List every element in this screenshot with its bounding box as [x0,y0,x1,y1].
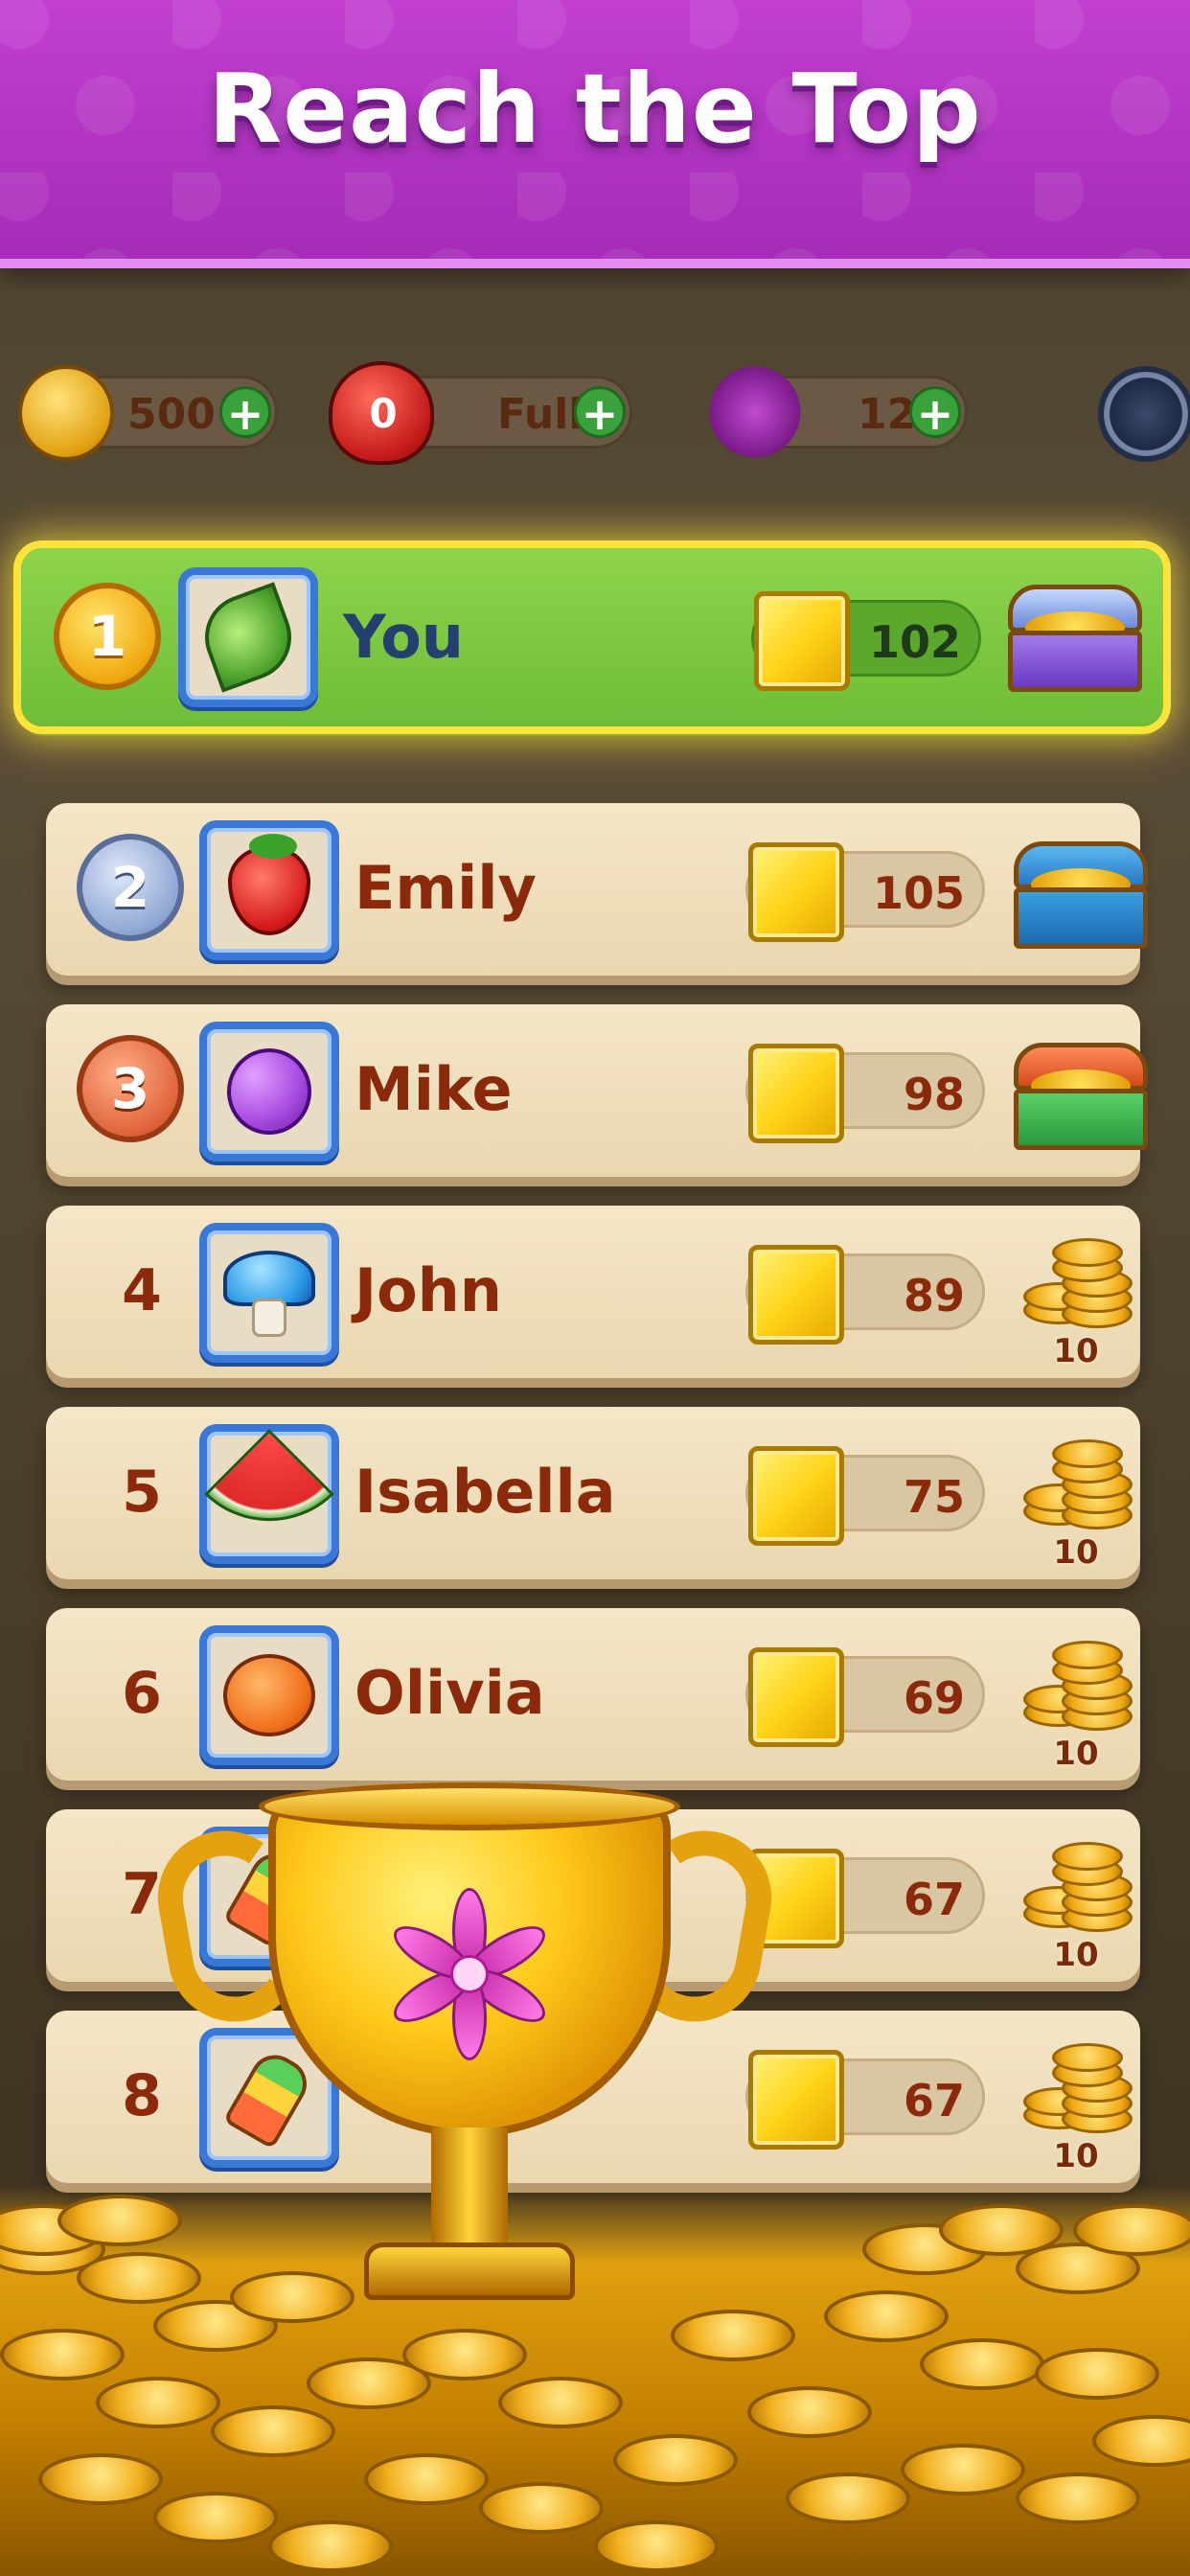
coin-stack-icon [1023,1430,1138,1535]
score-value: 98 [903,1069,965,1120]
watermelon-icon [199,1424,339,1564]
mushroom-icon [199,1223,339,1363]
page-title: Reach the Top [208,53,982,165]
status-bar: 500 + 0 Full + 12 + [0,355,1190,470]
rank-medal-silver: 2 [77,834,184,941]
score-value: 105 [872,867,965,919]
header-banner: Reach the Top [0,0,1190,268]
trophy-icon [147,1773,786,2367]
rank-number: 4 [122,1257,162,1324]
reward-amount: 10 [1053,2137,1099,2175]
reward-coins[interactable]: 10 [1004,2020,1148,2175]
score-value: 102 [868,616,961,668]
score-bar: 75 [745,1446,985,1546]
lives-status: Full [497,390,584,439]
coin-counter: 500 + [18,365,278,461]
reward-chest[interactable] [998,556,1142,709]
leaderboard-row: 5 Isabella 75 10 [46,1407,1140,1579]
score-value: 67 [903,1874,965,1925]
player-name: Emily [355,853,537,923]
flower-emblem-icon [383,1888,556,2060]
player-name: John [355,1255,502,1325]
reward-chest[interactable] [1004,813,1148,966]
add-coins-button[interactable]: + [219,386,271,439]
score-value: 69 [903,1672,965,1724]
score-bar: 89 [745,1245,985,1345]
reward-amount: 10 [1053,1332,1099,1370]
leaf-icon [178,567,318,707]
rank-medal-gold: 1 [54,583,161,690]
player-name: You [343,602,464,672]
reward-amount: 10 [1053,1533,1099,1572]
reward-coins[interactable]: 10 [1004,1416,1148,1572]
reward-chest[interactable] [1004,1014,1148,1167]
lives-counter: 0 Full + [329,361,632,465]
score-bar: 98 [745,1044,985,1143]
rank-number: 8 [122,2062,162,2129]
tile-icon [748,1647,844,1747]
tile-icon [748,1044,844,1143]
gear-icon[interactable] [1098,366,1190,462]
score-bar: 69 [745,1647,985,1747]
score-bar: 102 [751,591,981,691]
player-name: Olivia [355,1658,545,1728]
coin-stack-icon [1023,1229,1138,1334]
add-stars-button[interactable]: + [909,386,961,439]
pumpkin-icon [199,1625,339,1765]
tile-icon [748,1245,844,1345]
leaderboard-row: 2 Emily 105 [46,803,1148,976]
tile-icon [748,1446,844,1546]
rank-number: 6 [122,1660,162,1727]
coin-stack-icon [1023,2034,1138,2139]
star-count: 12 [858,390,917,439]
leaderboard-row-you: 1 You 102 [21,548,1163,726]
player-name: Mike [355,1054,513,1124]
score-value: 67 [903,2075,965,2127]
lives-count: 0 [369,390,398,437]
treasure-chest-icon [1014,1043,1148,1150]
leaderboard-row: 4 John 89 10 [46,1206,1140,1378]
score-value: 89 [903,1270,965,1322]
rank-number: 5 [122,1459,162,1526]
reward-coins[interactable]: 10 [1004,1618,1148,1773]
flower-icon [702,359,808,465]
tile-icon [748,842,844,942]
score-value: 75 [903,1471,965,1523]
reward-amount: 10 [1053,1735,1099,1773]
reward-amount: 10 [1053,1936,1099,1974]
coin-stack-icon [1023,1631,1138,1736]
grape-icon [199,1022,339,1162]
treasure-chest-icon [1014,841,1148,949]
leaderboard-row: 3 Mike 98 [46,1004,1148,1177]
rank-medal-bronze: 3 [77,1035,184,1142]
player-name: Isabella [355,1457,616,1527]
star-counter: 12 + [702,359,968,465]
treasure-chest-icon [1008,585,1142,692]
reward-coins[interactable]: 10 [1004,1819,1148,1974]
score-bar: 105 [745,842,985,942]
leaderboard-row: 6 Olivia 69 10 [46,1608,1140,1781]
add-lives-button[interactable]: + [574,386,626,439]
coin-icon [18,365,114,461]
tile-icon [754,591,850,691]
strawberry-icon [199,820,339,960]
reward-coins[interactable]: 10 [1004,1215,1148,1370]
coin-stack-icon [1023,1832,1138,1938]
coin-count: 500 [127,390,216,439]
